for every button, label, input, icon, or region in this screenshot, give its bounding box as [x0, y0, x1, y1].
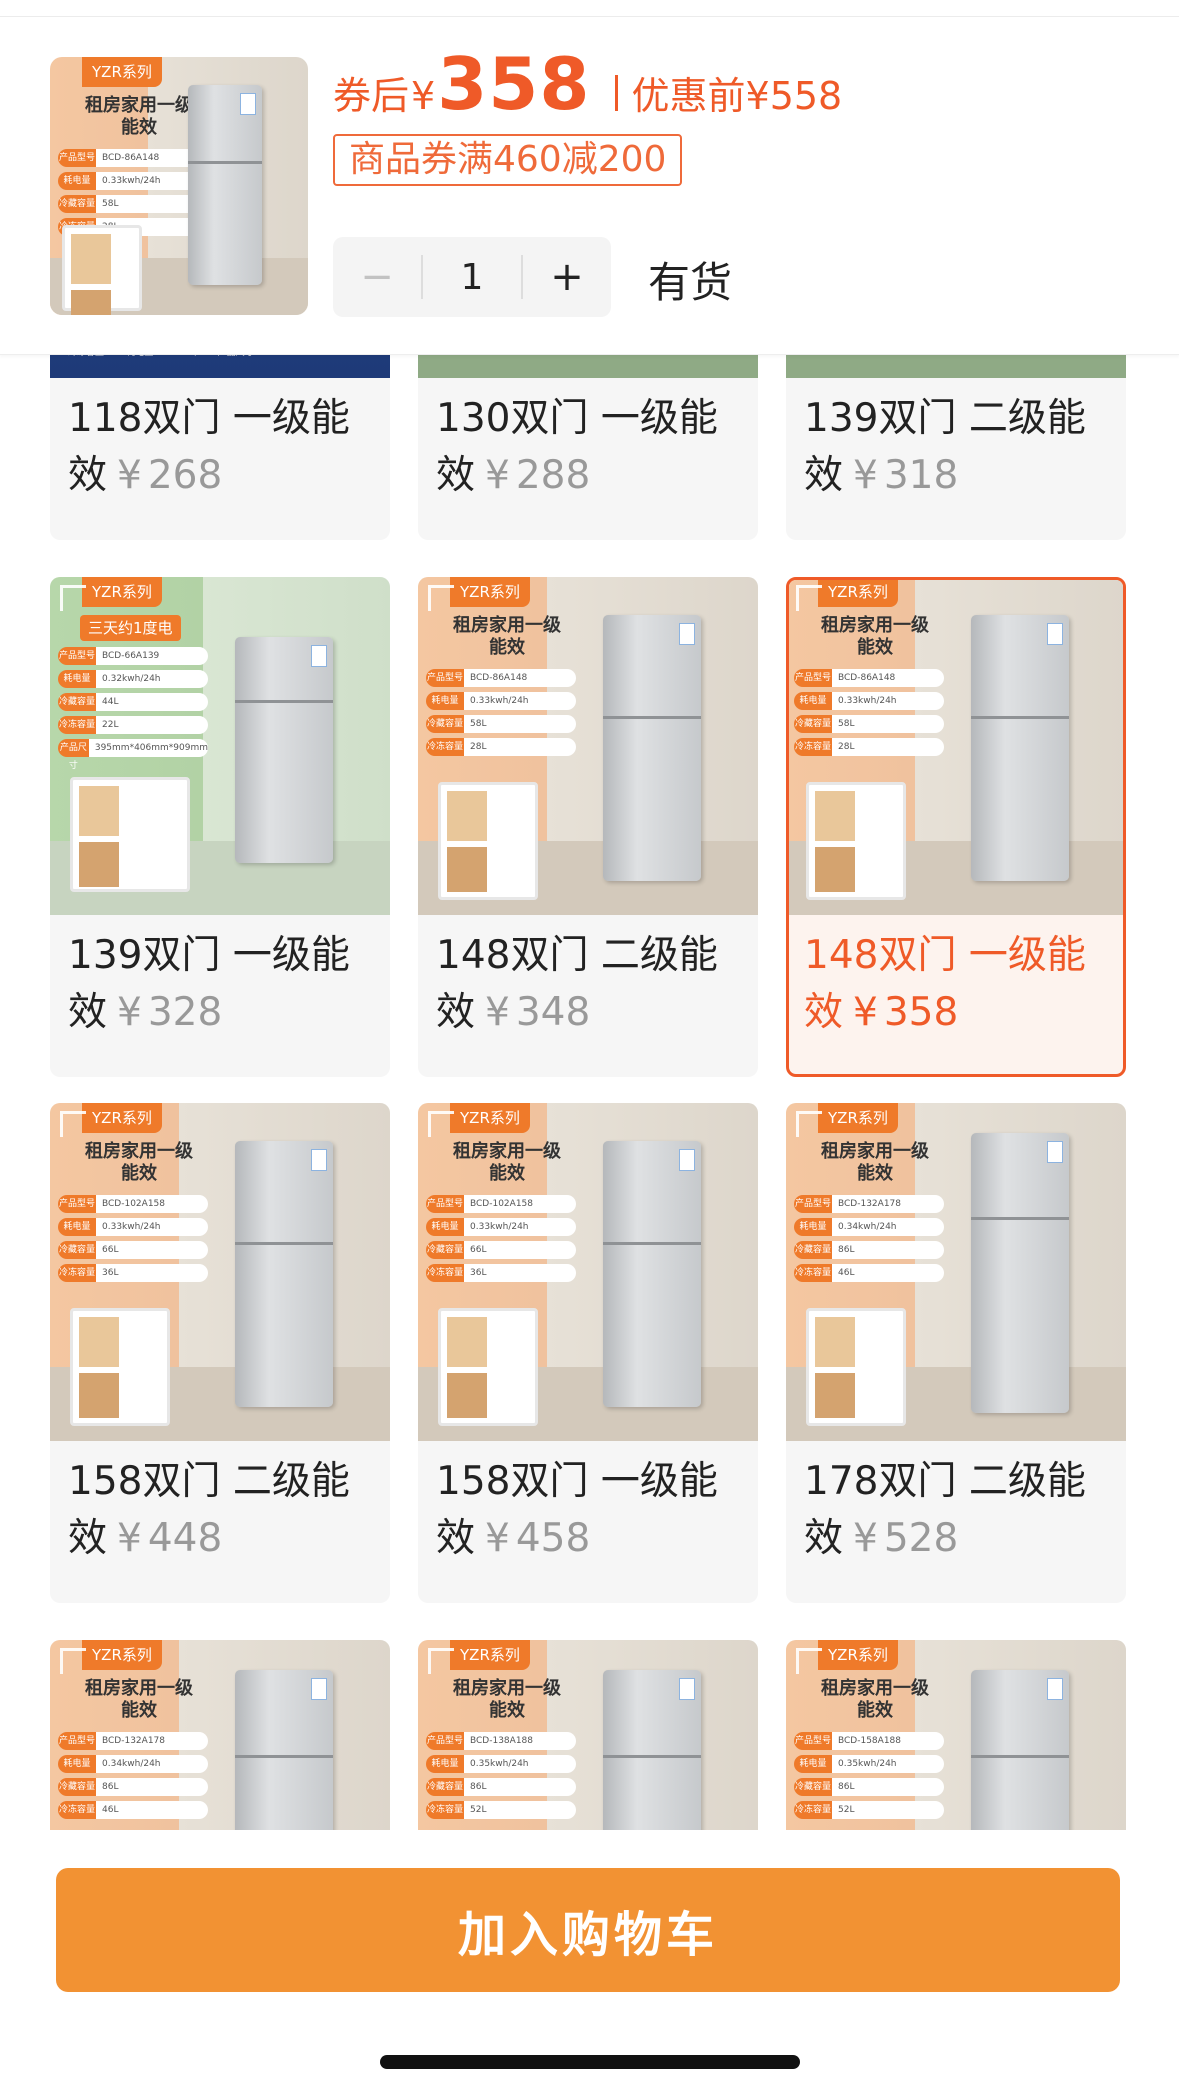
promo-tag: 三天约1度电: [80, 615, 181, 641]
sku-option-label: 158双门 二级能效 ¥448: [68, 1459, 350, 1561]
quantity-value[interactable]: 1: [423, 257, 521, 298]
product-image: YZR系列 租房家用一级能效 产品型号 BCD-138A188 耗电量 0.35kw…: [418, 1640, 758, 1830]
quantity-stepper: − 1 +: [333, 237, 611, 317]
product-image: YZR系列 租房家用一级能效 产品型号 BCD-102A158 耗电量 0.33kw…: [418, 1103, 758, 1441]
sku-option-label: 158双门 一级能效 ¥458: [436, 1459, 718, 1561]
thumbnail-image: YZR系列 租房家用一级能效 产品型号 BCD-86A148 耗电量 0.33kwh…: [50, 57, 308, 315]
sku-option-card[interactable]: YZR系列 租房家用一级能效 产品型号 BCD-132A178 耗电量 0.34kw…: [786, 1103, 1126, 1603]
stock-status: 有货: [648, 258, 733, 307]
fridge-interior-image: [62, 225, 142, 315]
expand-icon: [60, 1648, 86, 1674]
sku-option-label: 148双门 二级能效 ¥348: [436, 933, 718, 1035]
quantity-increase-button[interactable]: +: [523, 237, 611, 317]
sku-option-label: 148双门 一级能效 ¥358: [804, 933, 1086, 1035]
before-discount-label: 优惠前: [631, 74, 746, 118]
coupon-badge: 商品券满460减200: [333, 134, 683, 186]
price-row: 券后 ¥ 358 优惠前 ¥558: [333, 42, 842, 132]
quantity-decrease-button[interactable]: −: [333, 237, 421, 317]
expand-icon: [796, 1648, 822, 1674]
price-separator: [614, 75, 618, 111]
selected-product-thumbnail[interactable]: YZR系列 租房家用一级能效 产品型号 BCD-86A148 耗电量 0.33kwh…: [50, 57, 308, 315]
product-image: YZR系列 租房家用一级能效 产品型号 BCD-86A148 耗电量 0.33kwh…: [418, 577, 758, 915]
sku-option-card[interactable]: YZR系列 租房家用一级能效 产品型号 BCD-138A188 耗电量 0.35kw…: [418, 1640, 758, 1830]
sku-option-label: 139双门 二级能效 ¥318: [804, 396, 1086, 498]
product-image: YZR系列 租房家用一级能效 产品型号 BCD-86A148 耗电量 0.33kwh…: [789, 580, 1123, 915]
sku-option-label: 178双门 二级能效 ¥528: [804, 1459, 1086, 1561]
product-image: YZR系列 三天约1度电 产品型号 BCD-66A139 耗电量 0.32kwh/2…: [50, 577, 390, 915]
expand-icon: [60, 585, 86, 611]
sku-option-label: 130双门 一级能效 ¥288: [436, 396, 718, 498]
add-to-cart-button[interactable]: 加入购物车: [56, 1868, 1120, 1992]
expand-icon: [428, 1111, 454, 1137]
sku-header: YZR系列 租房家用一级能效 产品型号 BCD-86A148 耗电量 0.33kwh…: [0, 17, 1179, 355]
expand-icon: [796, 1111, 822, 1137]
sku-option-card[interactable]: YZR系列 租房家用一级能效 产品型号 BCD-132A178 耗电量 0.34kw…: [50, 1640, 390, 1830]
before-discount-price: ¥558: [745, 74, 843, 118]
sku-selector-sheet: YZR系列 租房家用一级能效 产品型号 BCD-86A148 耗电量 0.33kwh…: [0, 0, 1179, 2095]
product-image: YZR系列 租房家用一级能效 产品型号 BCD-102A158 耗电量 0.33kw…: [50, 1103, 390, 1441]
sku-option-card-selected[interactable]: YZR系列 租房家用一级能效 产品型号 BCD-86A148 耗电量 0.33kwh…: [786, 577, 1126, 1077]
sku-option-card[interactable]: YZR系列 三天约1度电 产品型号 BCD-66A139 耗电量 0.32kwh/2…: [50, 577, 390, 1077]
product-image: YZR系列 租房家用一级能效 产品型号 BCD-132A178 耗电量 0.34kw…: [50, 1640, 390, 1830]
currency-symbol: ¥: [411, 74, 436, 118]
sku-option-label: 118双门 一级能效 ¥268: [68, 396, 350, 498]
after-coupon-label: 券后: [333, 74, 410, 118]
sku-option-label: 139双门 一级能效 ¥328: [68, 933, 350, 1035]
sku-option-card[interactable]: YZR系列 租房家用一级能效 产品型号 BCD-102A158 耗电量 0.33kw…: [418, 1103, 758, 1603]
fridge-image: [188, 85, 262, 285]
expand-icon: [428, 1648, 454, 1674]
sku-option-card[interactable]: YZR系列 租房家用一级能效 产品型号 BCD-102A158 耗电量 0.33kw…: [50, 1103, 390, 1603]
product-image: YZR系列 租房家用一级能效 产品型号 BCD-158A188 耗电量 0.35kw…: [786, 1640, 1126, 1830]
product-image: YZR系列 租房家用一级能效 产品型号 BCD-132A178 耗电量 0.34kw…: [786, 1103, 1126, 1441]
expand-icon: [796, 585, 822, 611]
image-headline: 租房家用一级能效: [85, 95, 193, 138]
series-tag: YZR系列: [82, 57, 162, 87]
sku-option-card[interactable]: YZR系列 租房家用一级能效 产品型号 BCD-158A188 耗电量 0.35kw…: [786, 1640, 1126, 1830]
coupon-price: 358: [437, 42, 591, 126]
home-indicator[interactable]: [380, 2055, 800, 2069]
sku-option-card[interactable]: YZR系列 租房家用一级能效 产品型号 BCD-86A148 耗电量 0.33kwh…: [418, 577, 758, 1077]
expand-icon: [60, 1111, 86, 1137]
grid-visible-clip: YZR系列 租房家用一级能效 产品型号 BCD-132A178 耗电量 0.34kw…: [0, 1640, 1179, 1830]
expand-icon: [428, 585, 454, 611]
